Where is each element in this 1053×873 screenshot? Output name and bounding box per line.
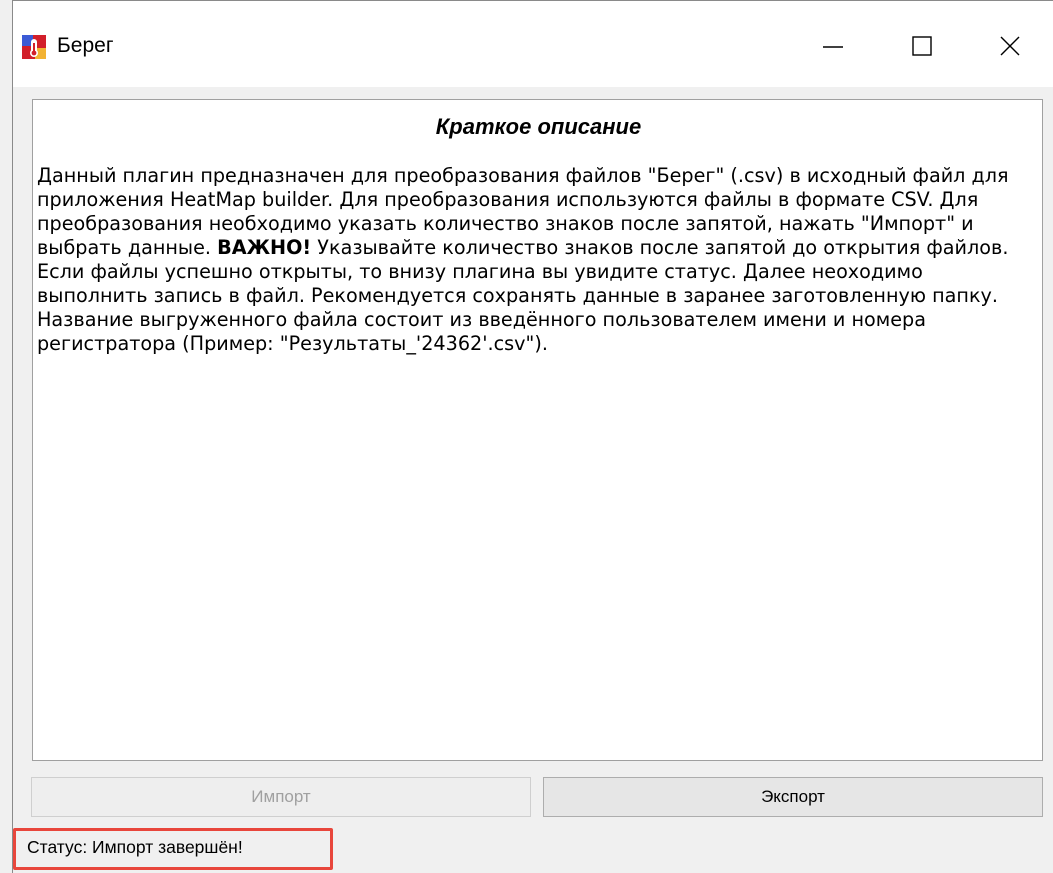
window-title: Берег <box>57 34 114 57</box>
app-window: Берег Краткое описание Данный плагин пре… <box>0 0 1053 873</box>
important-label: ВАЖНО! <box>217 236 312 259</box>
import-button[interactable]: Импорт <box>31 777 531 817</box>
window-content: Краткое описание Данный плагин предназна… <box>13 87 1053 873</box>
close-icon <box>1000 36 1020 56</box>
description-heading: Краткое описание <box>435 114 642 139</box>
minimize-button[interactable] <box>798 18 868 74</box>
maximize-button[interactable] <box>887 18 957 74</box>
export-button[interactable]: Экспорт <box>543 777 1043 817</box>
close-button[interactable] <box>975 18 1045 74</box>
description-text-area[interactable]: Краткое описание Данный плагин предназна… <box>32 99 1043 761</box>
maximize-icon <box>912 36 932 56</box>
status-label: Статус: Импорт завершён! <box>27 837 243 857</box>
minimize-icon <box>823 46 843 48</box>
description-body: Данный плагин предназначен для преобразо… <box>37 164 1032 356</box>
app-icon <box>22 35 46 59</box>
